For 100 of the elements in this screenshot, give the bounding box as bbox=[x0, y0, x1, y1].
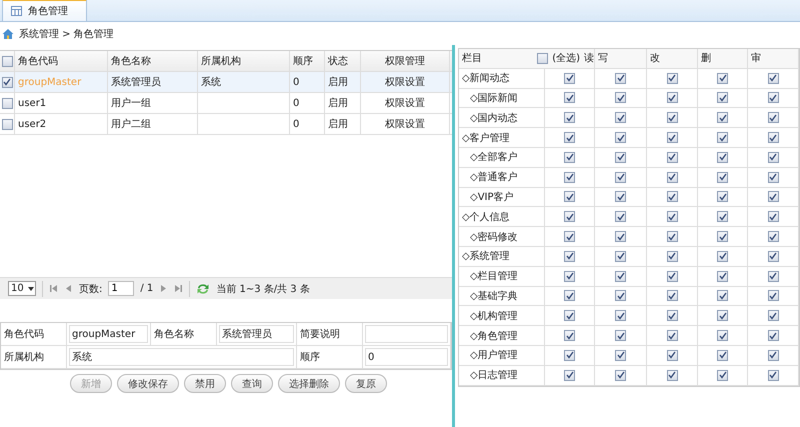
checkbox[interactable] bbox=[564, 92, 575, 104]
checkbox[interactable] bbox=[564, 270, 575, 282]
checkbox[interactable] bbox=[666, 92, 678, 104]
checkbox[interactable] bbox=[717, 330, 728, 342]
checkbox[interactable] bbox=[564, 231, 575, 242]
checkbox[interactable] bbox=[666, 191, 678, 202]
checkbox[interactable] bbox=[768, 370, 778, 381]
checkbox[interactable] bbox=[615, 92, 626, 104]
checkbox[interactable] bbox=[768, 152, 778, 163]
tree-item[interactable]: ◇国际新闻 bbox=[462, 90, 518, 105]
action-button[interactable]: 禁用 bbox=[184, 374, 226, 393]
checkbox[interactable] bbox=[717, 92, 728, 104]
checkbox[interactable] bbox=[768, 92, 778, 104]
checkbox[interactable] bbox=[615, 250, 626, 262]
checkbox[interactable] bbox=[717, 112, 728, 124]
checkbox[interactable] bbox=[615, 211, 626, 222]
table-row[interactable]: groupMaster 系统管理员 系统 0 启用 权限设置 bbox=[0, 72, 452, 93]
checkbox[interactable] bbox=[615, 132, 626, 144]
checkbox[interactable] bbox=[564, 132, 575, 144]
checkbox[interactable] bbox=[2, 56, 12, 66]
checkbox[interactable] bbox=[615, 330, 626, 342]
checkbox[interactable] bbox=[717, 290, 728, 302]
input-field[interactable]: 系统 bbox=[69, 348, 294, 366]
permission-link[interactable]: 权限设置 bbox=[361, 93, 450, 113]
checkbox[interactable] bbox=[564, 191, 575, 202]
action-button[interactable]: 修改保存 bbox=[117, 374, 179, 393]
refresh-icon[interactable] bbox=[196, 282, 210, 294]
tree-item[interactable]: ◇用户管理 bbox=[462, 348, 518, 362]
checkbox[interactable] bbox=[564, 310, 575, 322]
checkbox[interactable] bbox=[768, 191, 778, 202]
tab[interactable]: 角色管理 bbox=[2, 0, 87, 21]
checkbox[interactable] bbox=[666, 152, 678, 163]
checkbox[interactable] bbox=[768, 211, 778, 222]
tree-item[interactable]: ◇新闻动态 bbox=[462, 71, 510, 86]
tree-item[interactable]: ◇客户管理 bbox=[462, 130, 510, 145]
tree-item[interactable]: ◇个人信息 bbox=[462, 210, 510, 224]
checkbox[interactable] bbox=[2, 98, 12, 108]
tree-item[interactable]: ◇基础字典 bbox=[462, 288, 518, 303]
checkbox[interactable] bbox=[717, 72, 728, 84]
checkbox[interactable] bbox=[717, 152, 728, 163]
checkbox[interactable] bbox=[564, 112, 575, 124]
checkbox[interactable] bbox=[615, 72, 626, 84]
checkbox[interactable] bbox=[768, 112, 778, 124]
checkbox[interactable] bbox=[717, 350, 728, 361]
checkbox[interactable] bbox=[666, 370, 678, 381]
checkbox[interactable] bbox=[666, 290, 678, 302]
checkbox[interactable] bbox=[615, 191, 626, 202]
checkbox[interactable] bbox=[717, 231, 728, 242]
checkbox[interactable] bbox=[564, 370, 575, 381]
checkbox[interactable] bbox=[666, 350, 678, 361]
permission-link[interactable]: 权限设置 bbox=[361, 114, 450, 134]
checkbox[interactable] bbox=[666, 310, 678, 322]
checkbox[interactable] bbox=[717, 132, 728, 144]
checkbox[interactable] bbox=[717, 310, 728, 322]
checkbox[interactable] bbox=[666, 231, 678, 242]
checkbox[interactable] bbox=[666, 72, 678, 84]
checkbox[interactable] bbox=[615, 152, 626, 163]
checkbox[interactable] bbox=[666, 132, 678, 144]
checkbox[interactable] bbox=[717, 270, 728, 282]
action-button[interactable]: 复原 bbox=[345, 374, 387, 393]
tree-item[interactable]: ◇VIP客户 bbox=[462, 190, 514, 204]
checkbox[interactable] bbox=[615, 231, 626, 242]
checkbox[interactable] bbox=[768, 330, 778, 342]
checkbox[interactable] bbox=[615, 370, 626, 381]
checkbox[interactable] bbox=[615, 350, 626, 361]
checkbox[interactable] bbox=[768, 231, 778, 242]
checkbox[interactable] bbox=[615, 310, 626, 322]
checkbox[interactable] bbox=[666, 330, 678, 342]
action-button[interactable]: 选择删除 bbox=[278, 374, 340, 393]
tree-item[interactable]: ◇系统管理 bbox=[462, 249, 510, 264]
tree-item[interactable]: ◇栏目管理 bbox=[462, 269, 518, 284]
checkbox[interactable] bbox=[2, 118, 12, 130]
tree-item[interactable]: ◇机构管理 bbox=[462, 308, 518, 323]
checkbox[interactable] bbox=[564, 152, 575, 163]
checkbox[interactable] bbox=[615, 290, 626, 302]
checkbox[interactable] bbox=[615, 112, 626, 124]
checkbox[interactable] bbox=[768, 270, 778, 282]
checkbox[interactable] bbox=[666, 211, 678, 222]
input-field[interactable]: 0 bbox=[365, 348, 448, 366]
checkbox[interactable] bbox=[768, 172, 778, 183]
checkbox[interactable] bbox=[564, 72, 575, 84]
tree-item[interactable]: ◇日志管理 bbox=[462, 368, 518, 382]
tree-item[interactable]: ◇密码修改 bbox=[462, 230, 518, 244]
tree-item[interactable]: ◇角色管理 bbox=[462, 328, 518, 343]
checkbox[interactable] bbox=[768, 132, 778, 144]
page-size-select[interactable]: 10 bbox=[8, 281, 36, 296]
input-field[interactable] bbox=[365, 325, 448, 343]
checkbox[interactable] bbox=[2, 76, 12, 88]
checkbox[interactable] bbox=[717, 370, 728, 381]
checkbox[interactable] bbox=[666, 172, 678, 183]
checkbox[interactable] bbox=[717, 211, 728, 222]
checkbox[interactable] bbox=[717, 250, 728, 262]
page-input[interactable]: 1 bbox=[108, 281, 134, 296]
checkbox[interactable] bbox=[768, 250, 778, 262]
input-field[interactable]: 系统管理员 bbox=[219, 325, 294, 343]
home-icon[interactable] bbox=[2, 28, 14, 40]
checkbox[interactable] bbox=[564, 172, 575, 183]
checkbox[interactable] bbox=[768, 350, 778, 361]
checkbox[interactable] bbox=[564, 350, 575, 361]
tree-item[interactable]: ◇国内动态 bbox=[462, 110, 518, 125]
